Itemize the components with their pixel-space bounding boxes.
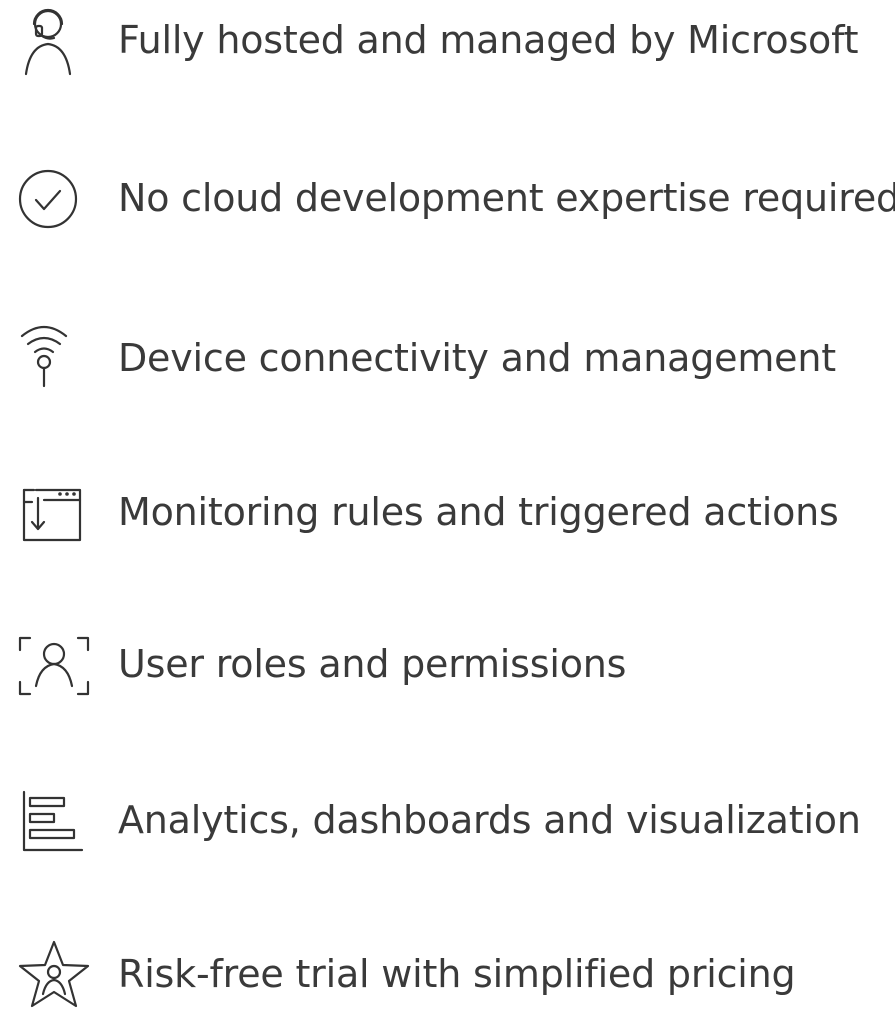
feature-item-no-expertise: No cloud development expertise required: [0, 158, 895, 238]
checkmark-circle-icon: [10, 162, 92, 234]
user-frame-icon: [10, 628, 92, 700]
feature-item-trial: Risk-free trial with simplified pricing: [0, 934, 895, 1014]
bar-chart-icon: [10, 784, 92, 856]
wifi-device-icon: [10, 322, 92, 394]
feature-item-roles: User roles and permissions: [0, 624, 895, 704]
headset-user-icon: [10, 4, 92, 76]
feature-item-monitoring: Monitoring rules and triggered actions: [0, 472, 895, 552]
feature-label: No cloud development expertise required: [118, 176, 895, 220]
feature-item-hosted: Fully hosted and managed by Microsoft: [0, 0, 895, 80]
feature-label: User roles and permissions: [118, 642, 627, 686]
feature-label: Monitoring rules and triggered actions: [118, 490, 839, 534]
feature-list: Fully hosted and managed by Microsoft No…: [0, 0, 895, 1011]
feature-label: Fully hosted and managed by Microsoft: [118, 18, 859, 62]
monitoring-window-icon: [10, 476, 92, 548]
feature-label: Device connectivity and management: [118, 336, 836, 380]
feature-label: Risk-free trial with simplified pricing: [118, 952, 796, 996]
star-user-icon: [10, 938, 92, 1010]
feature-label: Analytics, dashboards and visualization: [118, 798, 861, 842]
feature-item-connectivity: Device connectivity and management: [0, 318, 895, 398]
feature-item-analytics: Analytics, dashboards and visualization: [0, 780, 895, 860]
